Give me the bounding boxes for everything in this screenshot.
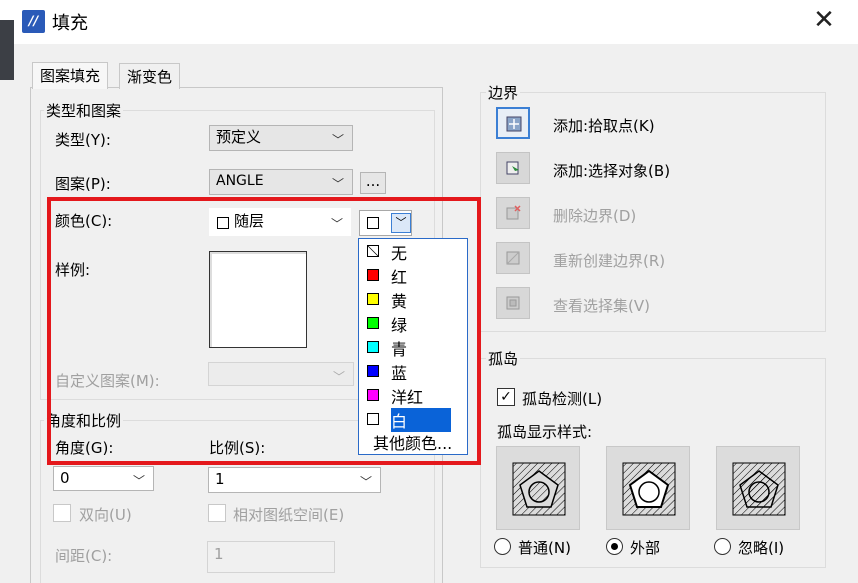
pattern-browse-button[interactable]: ... — [360, 172, 386, 194]
pick-points-icon — [506, 116, 522, 132]
pentagon-outer-icon — [622, 462, 676, 516]
type-label: 类型(Y): — [55, 131, 111, 149]
scale-value: 1 — [215, 470, 225, 488]
pick-points-label[interactable]: 添加:拾取点(K) — [553, 115, 655, 136]
chevron-down-icon: ﹀ — [331, 133, 344, 147]
spacing-label: 间距(C): — [55, 547, 113, 565]
angle-select[interactable]: 0 ﹀ — [53, 466, 154, 491]
select-objects-icon — [506, 161, 519, 175]
background-app-edge — [0, 20, 14, 80]
island-normal-label: 普通(N) — [518, 539, 571, 557]
pick-points-button[interactable] — [496, 107, 530, 139]
angle-value: 0 — [60, 469, 70, 487]
pentagon-ignore-icon — [732, 462, 786, 516]
view-selection-icon — [506, 296, 520, 310]
remove-boundary-button[interactable] — [496, 197, 530, 229]
pattern-label: 图案(P): — [55, 175, 111, 193]
chevron-down-icon: ﹀ — [331, 177, 344, 191]
chevron-down-icon: ﹀ — [359, 475, 372, 489]
app-icon: ∕∕ — [22, 10, 45, 33]
spacing-input[interactable]: 1 — [207, 541, 335, 573]
scale-select[interactable]: 1 ﹀ — [208, 467, 381, 493]
double-checkbox[interactable] — [53, 504, 71, 522]
island-outer-preview[interactable] — [606, 446, 690, 530]
island-normal-preview[interactable] — [496, 446, 580, 530]
highlight-box — [47, 197, 481, 465]
island-ignore-label: 忽略(I) — [738, 539, 785, 557]
type-value: 预定义 — [216, 128, 262, 146]
relative-paperspace-checkbox[interactable] — [208, 504, 226, 522]
type-pattern-title: 类型和图案 — [44, 100, 124, 121]
select-objects-label[interactable]: 添加:选择对象(B) — [553, 160, 670, 181]
recreate-boundary-label[interactable]: 重新创建边界(R) — [553, 250, 665, 271]
recreate-boundary-button[interactable] — [496, 242, 530, 274]
remove-boundary-icon — [506, 205, 521, 220]
recreate-boundary-icon — [506, 251, 520, 265]
tab-gradient[interactable]: 渐变色 — [119, 63, 181, 89]
close-icon[interactable]: ✕ — [810, 6, 838, 34]
view-selection-button[interactable] — [496, 287, 530, 319]
pattern-select[interactable]: ANGLE ﹀ — [209, 169, 353, 195]
window-title: 填充 — [52, 13, 88, 34]
tab-pattern-fill[interactable]: 图案填充 — [32, 62, 109, 89]
island-ignore-radio[interactable] — [714, 538, 731, 555]
boundary-title: 边界 — [486, 82, 521, 103]
island-detect-checkbox[interactable]: ✓ — [497, 388, 515, 406]
island-normal-radio[interactable] — [494, 538, 511, 555]
island-style-label: 孤岛显示样式: — [497, 423, 593, 441]
chevron-down-icon: ﹀ — [132, 474, 145, 488]
view-selection-label[interactable]: 查看选择集(V) — [553, 295, 650, 316]
type-select[interactable]: 预定义 ﹀ — [209, 125, 353, 151]
islands-title: 孤岛 — [486, 348, 521, 369]
pentagon-normal-icon — [512, 462, 566, 516]
island-outer-radio[interactable] — [606, 538, 623, 555]
island-detect-label: 孤岛检测(L) — [522, 390, 603, 408]
island-outer-label: 外部 — [630, 539, 661, 557]
title-bar — [0, 0, 858, 44]
double-label: 双向(U) — [79, 506, 132, 524]
relative-paperspace-label: 相对图纸空间(E) — [233, 506, 345, 524]
remove-boundary-label[interactable]: 删除边界(D) — [553, 205, 636, 226]
pattern-value: ANGLE — [216, 173, 264, 189]
island-ignore-preview[interactable] — [716, 446, 800, 530]
select-objects-button[interactable] — [496, 152, 530, 184]
